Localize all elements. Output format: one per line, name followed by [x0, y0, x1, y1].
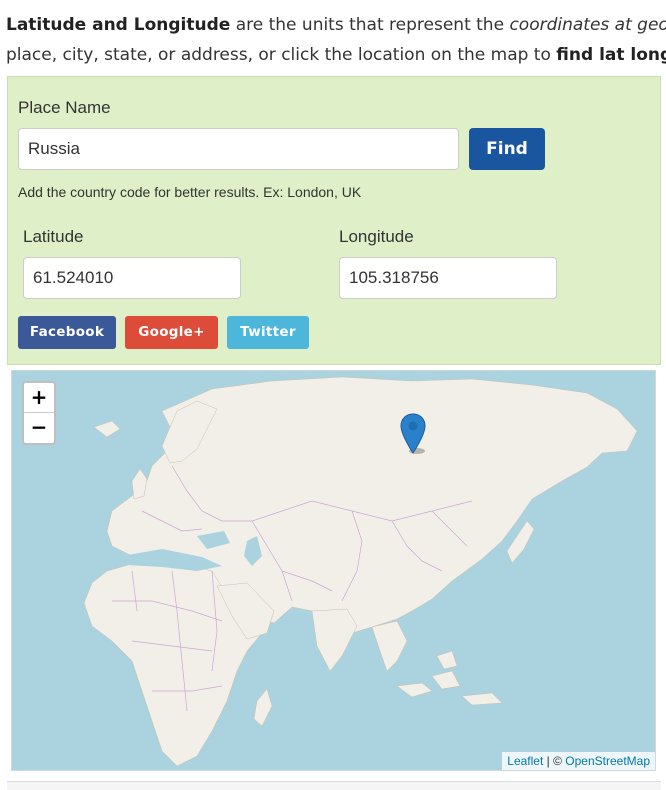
intro-text-span: are the units that represent the: [230, 15, 510, 35]
place-name-label: Place Name: [18, 98, 111, 117]
latitude-field[interactable]: 61.524010: [23, 257, 241, 299]
search-panel: Place Name Russia Find Add the country c…: [7, 76, 661, 365]
longitude-field[interactable]: 105.318756: [339, 257, 557, 299]
zoom-in-button[interactable]: +: [24, 383, 54, 413]
attribution-separator: | ©: [543, 754, 566, 768]
place-name-input[interactable]: Russia: [18, 128, 459, 170]
openstreetmap-link[interactable]: OpenStreetMap: [565, 754, 650, 768]
latitude-label: Latitude: [23, 227, 84, 246]
leaflet-link[interactable]: Leaflet: [507, 754, 543, 768]
map-tiles: [12, 371, 655, 770]
map-attribution: Leaflet | © OpenStreetMap: [502, 752, 655, 770]
intro-italic-span: coordinates at geographic: [509, 15, 666, 35]
page-divider: [7, 781, 661, 790]
facebook-share-button[interactable]: Facebook: [18, 316, 116, 349]
find-button[interactable]: Find: [469, 128, 545, 170]
zoom-out-button[interactable]: −: [24, 413, 54, 443]
twitter-share-button[interactable]: Twitter: [227, 316, 309, 349]
intro-line-1: Latitude and Longitude are the units tha…: [6, 10, 666, 40]
intro-text: Latitude and Longitude are the units tha…: [6, 10, 666, 70]
zoom-control: + −: [22, 381, 56, 445]
intro-line-2: place, city, state, or address, or click…: [6, 40, 666, 70]
world-map[interactable]: + − Leaflet | © OpenStreetMap: [11, 370, 656, 771]
google-plus-share-button[interactable]: Google+: [125, 316, 218, 349]
intro-bold-term: Latitude and Longitude: [6, 15, 231, 35]
intro-text-span-2: place, city, state, or address, or click…: [6, 45, 557, 65]
longitude-label: Longitude: [339, 227, 414, 246]
hint-text: Add the country code for better results.…: [18, 184, 362, 200]
map-marker-icon[interactable]: [400, 413, 426, 455]
intro-bold-span-2: find lat long coord: [556, 45, 666, 65]
